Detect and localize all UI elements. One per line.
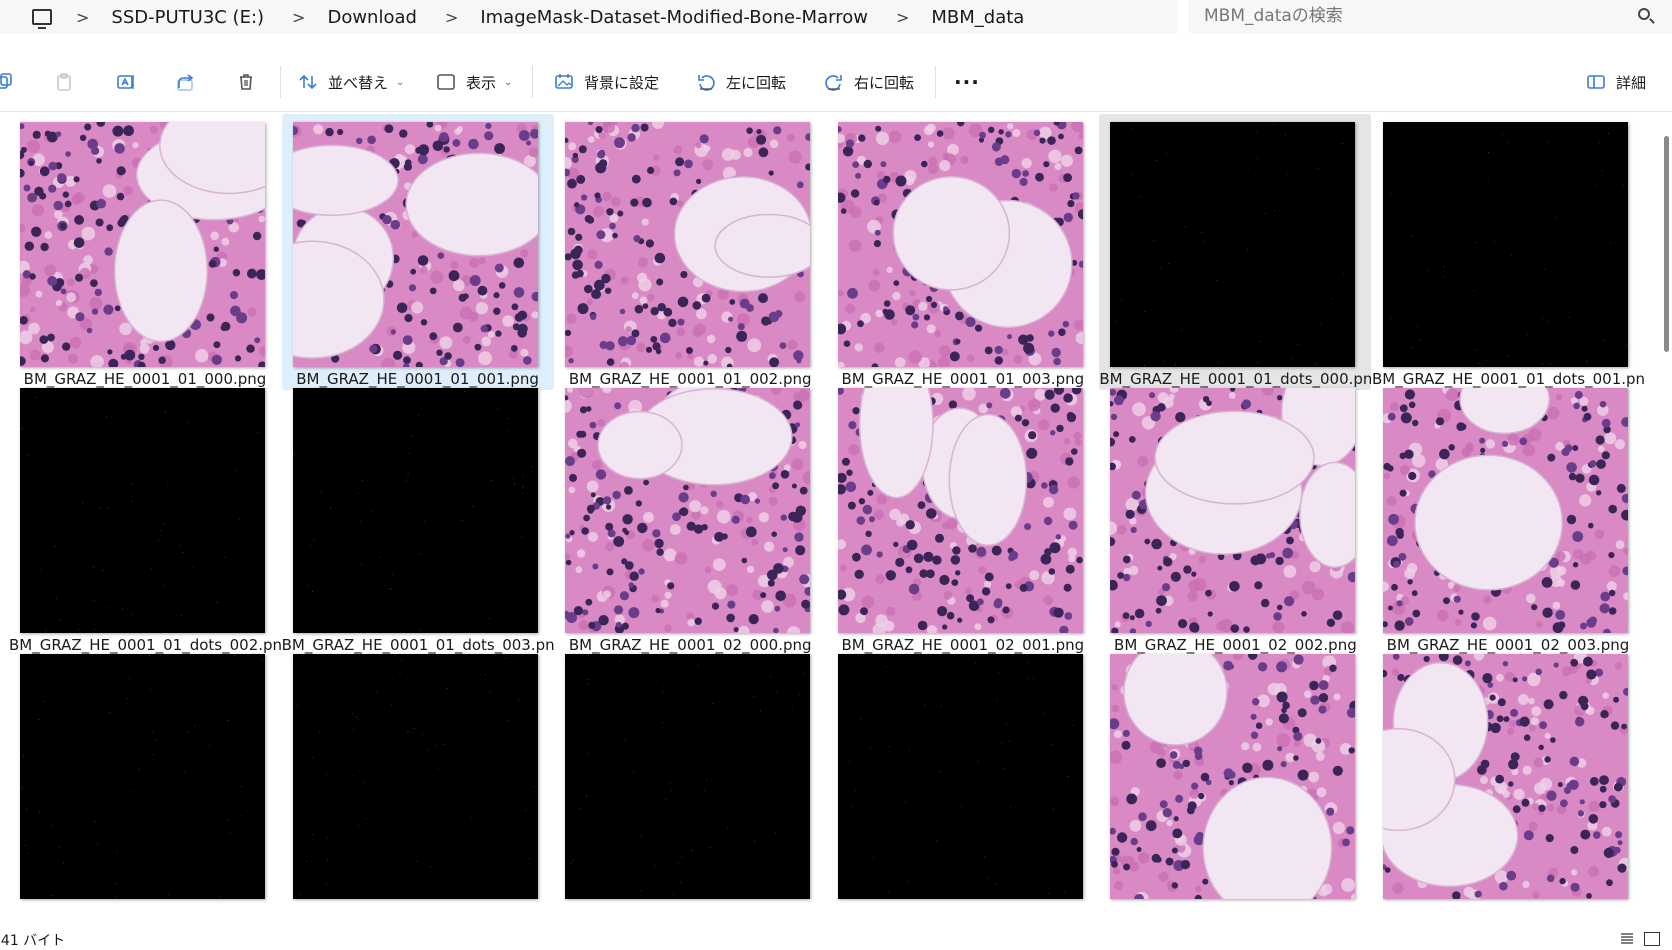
rotate-right-label: 右に回転	[854, 73, 915, 92]
command-bar: 並べ替え ⌄ 表示 ⌄ 背景に設定 左に回転 右に回転 ··· 詳細	[0, 52, 1672, 112]
file-item[interactable]: BM_GRAZ_HE_0001_01_dots_000.png	[1099, 114, 1372, 390]
mask-thumbnail[interactable]	[20, 388, 265, 633]
view-icon	[436, 72, 456, 92]
rotate-left-label: 左に回転	[726, 73, 787, 92]
rotate-right-button[interactable]: 右に回転	[824, 64, 914, 100]
image-thumbnail[interactable]	[1383, 388, 1628, 633]
toolbar-divider	[532, 66, 533, 98]
copy-icon	[0, 72, 14, 92]
file-item[interactable]: BM_GRAZ_HE_0001_02_002.png	[1099, 380, 1371, 656]
share-button[interactable]	[176, 64, 196, 100]
breadcrumb-current-folder[interactable]: MBM_data	[931, 7, 1024, 28]
image-thumbnail[interactable]	[565, 122, 811, 367]
file-grid: BM_GRAZ_HE_0001_01_000.png BM_GRAZ_HE_000…	[0, 114, 1660, 926]
image-thumbnail[interactable]	[837, 122, 1083, 367]
file-item[interactable]: BM_GRAZ_HE_0001_01_000.png	[9, 114, 281, 390]
set-background-label: 背景に設定	[584, 73, 660, 92]
file-item[interactable]: BM_GRAZ_HE_0001_02_003.png	[1372, 380, 1644, 656]
image-thumbnail[interactable]	[837, 388, 1083, 633]
delete-button[interactable]	[236, 64, 256, 100]
breadcrumb[interactable]: > SSD-PUTU3C (E:) > Download > ImageMask…	[0, 0, 1178, 34]
file-item[interactable]: BM_GRAZ_HE_0001_01_dots_002.png	[9, 380, 281, 656]
details-pane-icon	[1586, 72, 1606, 92]
details-label: 詳細	[1616, 73, 1647, 92]
file-item[interactable]: BM_GRAZ_HE_0001_02_000.png	[554, 380, 826, 656]
file-item[interactable]	[9, 646, 281, 922]
mask-thumbnail[interactable]	[292, 654, 538, 899]
rotate-left-button[interactable]: 左に回転	[696, 64, 786, 100]
image-thumbnail[interactable]	[1110, 388, 1356, 633]
file-item[interactable]	[1099, 646, 1371, 922]
mask-thumbnail[interactable]	[565, 654, 811, 899]
chevron-right-icon[interactable]: >	[445, 8, 458, 27]
this-pc-icon[interactable]	[32, 9, 52, 29]
sort-button[interactable]: 並べ替え ⌄	[298, 64, 404, 100]
rotate-right-icon	[824, 72, 844, 92]
file-item[interactable]	[554, 646, 826, 922]
file-item[interactable]	[1372, 646, 1644, 922]
chevron-right-icon[interactable]: >	[292, 8, 305, 27]
vertical-scrollbar[interactable]	[1660, 114, 1672, 926]
image-thumbnail[interactable]	[565, 388, 811, 633]
details-pane-button[interactable]: 詳細	[1586, 64, 1646, 100]
scrollbar-thumb[interactable]	[1664, 136, 1669, 352]
sort-icon	[298, 72, 318, 92]
large-icons-view-icon[interactable]	[1644, 932, 1660, 946]
view-button[interactable]: 表示 ⌄	[436, 64, 512, 100]
status-bar: 841 バイト	[0, 928, 1672, 950]
more-options-button[interactable]: ···	[954, 64, 980, 100]
image-thumbnail[interactable]	[20, 122, 265, 367]
mask-thumbnail[interactable]	[292, 388, 538, 633]
chevron-right-icon[interactable]: >	[896, 8, 909, 27]
wallpaper-icon	[554, 72, 574, 92]
rotate-left-icon	[696, 72, 716, 92]
search-icon[interactable]	[1638, 8, 1650, 20]
file-item[interactable]: BM_GRAZ_HE_0001_01_003.png	[827, 114, 1099, 390]
mask-thumbnail[interactable]	[1383, 122, 1628, 367]
more-icon: ···	[954, 70, 980, 94]
chevron-right-icon[interactable]: >	[76, 8, 89, 27]
breadcrumb-dataset[interactable]: ImageMask-Dataset-Modified-Bone-Marrow	[480, 7, 868, 28]
toolbar-divider	[935, 66, 936, 98]
file-item[interactable]: BM_GRAZ_HE_0001_01_dots_003.png	[282, 380, 554, 656]
toolbar-divider	[280, 66, 281, 98]
file-item[interactable]	[282, 646, 554, 922]
mask-thumbnail[interactable]	[837, 654, 1083, 899]
mask-thumbnail[interactable]	[20, 654, 265, 899]
image-thumbnail[interactable]	[1383, 654, 1628, 899]
breadcrumb-drive[interactable]: SSD-PUTU3C (E:)	[111, 7, 264, 28]
image-thumbnail[interactable]	[1110, 654, 1356, 899]
set-background-button[interactable]: 背景に設定	[554, 64, 659, 100]
search-input[interactable]	[1204, 4, 1604, 28]
chevron-down-icon: ⌄	[396, 76, 405, 88]
file-item[interactable]: BM_GRAZ_HE_0001_01_002.png	[554, 114, 826, 390]
paste-icon	[54, 72, 74, 92]
copy-button[interactable]	[0, 64, 14, 100]
search-box[interactable]	[1188, 0, 1672, 34]
file-item[interactable]	[827, 646, 1099, 922]
chevron-down-icon: ⌄	[504, 76, 513, 88]
breadcrumb-download[interactable]: Download	[327, 7, 416, 28]
paste-button[interactable]	[54, 64, 74, 100]
share-icon	[176, 72, 196, 92]
file-item[interactable]: BM_GRAZ_HE_0001_01_dots_001.png	[1372, 114, 1644, 390]
sort-label: 並べ替え	[328, 73, 389, 92]
image-thumbnail[interactable]	[292, 122, 538, 367]
selection-size-text: 841 バイト	[0, 933, 66, 949]
details-view-icon[interactable]	[1620, 932, 1634, 946]
file-item[interactable]: BM_GRAZ_HE_0001_01_001.png	[281, 114, 554, 390]
trash-icon	[236, 72, 256, 92]
rename-button[interactable]	[116, 64, 136, 100]
rename-icon	[116, 72, 136, 92]
file-item[interactable]: BM_GRAZ_HE_0001_02_001.png	[827, 380, 1099, 656]
mask-thumbnail[interactable]	[1110, 122, 1356, 367]
address-bar: > SSD-PUTU3C (E:) > Download > ImageMask…	[0, 0, 1672, 46]
view-label: 表示	[466, 73, 497, 92]
